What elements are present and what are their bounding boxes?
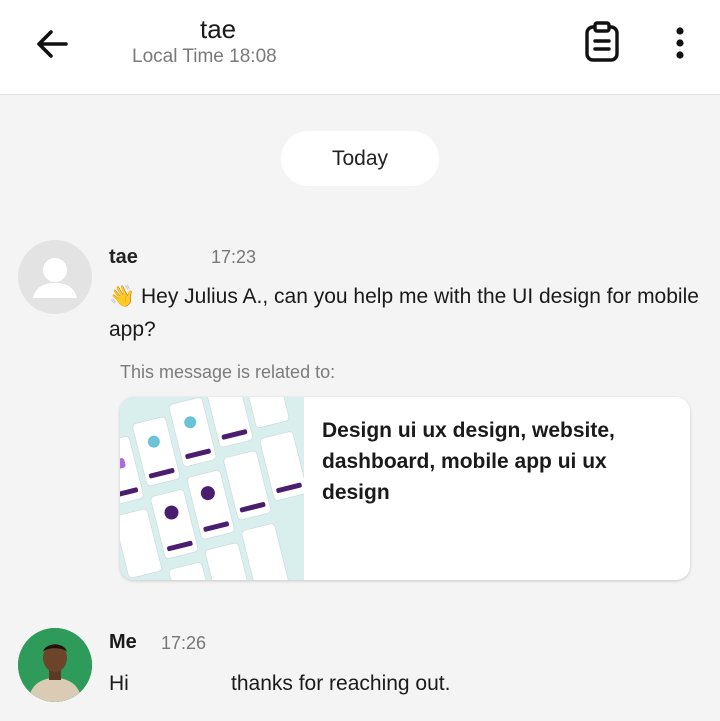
my-avatar[interactable] [18, 628, 92, 702]
date-divider: Today [281, 131, 439, 186]
back-button[interactable] [30, 24, 74, 64]
profile-photo-icon [18, 628, 92, 702]
message-text-me-start: Hi [109, 672, 129, 695]
message-text-me-end: thanks for reaching out. [231, 672, 451, 695]
sender-name-me: Me [109, 631, 137, 653]
message-text: 👋 Hey Julius A., can you help me with th… [109, 285, 699, 341]
message-time: 17:23 [211, 247, 257, 267]
gig-thumbnail [120, 397, 308, 580]
local-time: Local Time 18:08 [132, 46, 277, 67]
clipboard-icon [585, 21, 619, 62]
related-gig-card[interactable]: Design ui ux design, website, dashboard,… [120, 397, 690, 580]
arrow-left-icon [37, 30, 68, 58]
chat-header: tae Local Time 18:08 [0, 0, 720, 95]
contact-name[interactable]: tae [200, 14, 236, 45]
clipboard-button[interactable] [580, 20, 624, 66]
more-options-button[interactable] [664, 22, 696, 66]
sender-name: tae [109, 246, 138, 268]
more-vertical-icon [676, 27, 684, 59]
message-time-me: 17:26 [161, 633, 207, 653]
user-placeholder-icon [33, 258, 77, 298]
avatar[interactable] [18, 240, 92, 314]
gig-title: Design ui ux design, website, dashboard,… [322, 419, 615, 504]
related-label: This message is related to: [120, 362, 336, 382]
